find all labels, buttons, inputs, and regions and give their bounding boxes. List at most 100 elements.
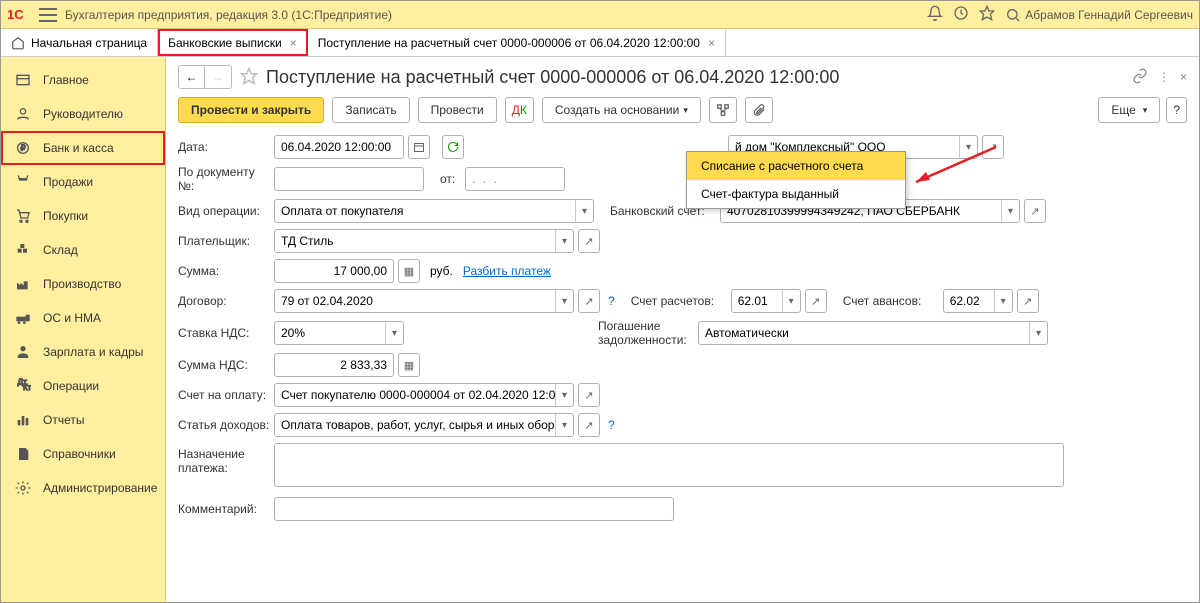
- open-button[interactable]: ↗: [1024, 199, 1046, 223]
- menu-item-writeoff[interactable]: Списание с расчетного счета: [687, 152, 905, 180]
- label-comment: Комментарий:: [178, 502, 270, 516]
- menu-icon[interactable]: [39, 8, 57, 22]
- calendar-button[interactable]: [408, 135, 430, 159]
- vat-rate-input[interactable]: 20%▾: [274, 321, 404, 345]
- purpose-input[interactable]: [274, 443, 1064, 487]
- sidebar-item-warehouse[interactable]: Склад: [1, 233, 165, 267]
- nav-back-button[interactable]: ←: [179, 66, 205, 88]
- label-date: Дата:: [178, 140, 270, 154]
- label-income: Статья доходов:: [178, 418, 270, 432]
- payer-input[interactable]: ТД Стиль▾: [274, 229, 574, 253]
- label-from: от:: [440, 172, 455, 186]
- sidebar: Главное Руководителю ₽Банк и касса Прода…: [1, 57, 166, 602]
- sidebar-item-catalogs[interactable]: Справочники: [1, 437, 165, 471]
- label-vat-sum: Сумма НДС:: [178, 358, 270, 372]
- label-optype: Вид операции:: [178, 204, 270, 218]
- label-contract: Договор:: [178, 294, 270, 308]
- close-icon[interactable]: ×: [708, 36, 715, 50]
- sidebar-item-production[interactable]: Производство: [1, 267, 165, 301]
- document-form: Дата: 06.04.2020 12:00:00 й дом "Комплек…: [166, 131, 1199, 602]
- bell-icon[interactable]: [927, 5, 943, 24]
- menu-item-invoice-issued[interactable]: Счет-фактура выданный: [687, 180, 905, 208]
- split-payment-link[interactable]: Разбить платеж: [463, 264, 551, 278]
- tab-document[interactable]: Поступление на расчетный счет 0000-00000…: [308, 29, 726, 56]
- dropdown-icon[interactable]: ▾: [575, 200, 593, 222]
- help-icon[interactable]: ?: [608, 294, 615, 308]
- invoice-input[interactable]: Счет покупателю 0000-000004 от 02.04.202…: [274, 383, 574, 407]
- open-button[interactable]: ↗: [578, 413, 600, 437]
- label-sum: Сумма:: [178, 264, 270, 278]
- toolbar: Провести и закрыть Записать Провести ДК …: [166, 97, 1199, 131]
- attach-button[interactable]: [745, 97, 773, 123]
- more-button[interactable]: Еще▾: [1098, 97, 1160, 123]
- app-title: Бухгалтерия предприятия, редакция 3.0 (1…: [65, 8, 927, 22]
- dropdown-icon[interactable]: ▾: [555, 230, 573, 252]
- dtkt-button[interactable]: ДК: [505, 97, 534, 123]
- open-button[interactable]: ↗: [578, 383, 600, 407]
- dropdown-icon[interactable]: ▾: [385, 322, 403, 344]
- tab-home[interactable]: Начальная страница: [1, 29, 158, 56]
- docnum-input[interactable]: [274, 167, 424, 191]
- label-rub: руб.: [430, 264, 453, 278]
- sum-input[interactable]: 17 000,00: [274, 259, 394, 283]
- post-button[interactable]: Провести: [418, 97, 497, 123]
- post-close-button[interactable]: Провести и закрыть: [178, 97, 324, 123]
- sidebar-item-sales[interactable]: Продажи: [1, 165, 165, 199]
- dropdown-icon[interactable]: ▾: [782, 290, 800, 312]
- star-icon[interactable]: [240, 67, 258, 88]
- close-icon[interactable]: ×: [290, 36, 297, 50]
- link-icon[interactable]: [1132, 68, 1148, 87]
- sidebar-item-purchases[interactable]: Покупки: [1, 199, 165, 233]
- comment-input[interactable]: [274, 497, 674, 521]
- income-input[interactable]: Оплата товаров, работ, услуг, сырья и ин…: [274, 413, 574, 437]
- sidebar-item-operations[interactable]: ДтКтОперации: [1, 369, 165, 403]
- calc-button[interactable]: ▦: [398, 353, 420, 377]
- contract-input[interactable]: 79 от 02.04.2020▾: [274, 289, 574, 313]
- debt-input[interactable]: Автоматически▾: [698, 321, 1048, 345]
- docdate-input[interactable]: . . .: [465, 167, 565, 191]
- refresh-button[interactable]: [442, 135, 464, 159]
- structure-button[interactable]: [709, 97, 737, 123]
- dropdown-icon[interactable]: ▾: [555, 290, 573, 312]
- sidebar-item-bank[interactable]: ₽Банк и касса: [1, 131, 165, 165]
- more-icon[interactable]: ⋮: [1158, 70, 1170, 84]
- dropdown-icon[interactable]: ▾: [555, 414, 573, 436]
- dropdown-icon[interactable]: ▾: [959, 136, 977, 158]
- help-icon[interactable]: ?: [608, 418, 615, 432]
- sidebar-item-manager[interactable]: Руководителю: [1, 97, 165, 131]
- sidebar-item-hr[interactable]: Зарплата и кадры: [1, 335, 165, 369]
- create-based-button[interactable]: Создать на основании▾: [542, 97, 701, 123]
- save-button[interactable]: Записать: [332, 97, 409, 123]
- date-input[interactable]: 06.04.2020 12:00:00: [274, 135, 404, 159]
- open-button[interactable]: ↗: [578, 289, 600, 313]
- open-button[interactable]: ↗: [1017, 289, 1039, 313]
- close-icon[interactable]: ×: [1180, 70, 1187, 84]
- acct-adv-input[interactable]: 62.02▾: [943, 289, 1013, 313]
- vat-sum-input[interactable]: 2 833,33: [274, 353, 394, 377]
- label-invoice: Счет на оплату:: [178, 388, 270, 402]
- tab-bar: Начальная страница Банковские выписки × …: [1, 29, 1199, 57]
- dropdown-icon[interactable]: ▾: [555, 384, 573, 406]
- dropdown-icon[interactable]: ▾: [1001, 200, 1019, 222]
- svg-text:₽: ₽: [20, 144, 25, 153]
- dropdown-icon[interactable]: ▾: [994, 290, 1012, 312]
- help-button[interactable]: ?: [1166, 97, 1187, 123]
- sidebar-item-assets[interactable]: ОС и НМА: [1, 301, 165, 335]
- dropdown-icon[interactable]: ▾: [1029, 322, 1047, 344]
- tab-bank-statements[interactable]: Банковские выписки ×: [158, 29, 308, 56]
- sidebar-item-admin[interactable]: Администрирование: [1, 471, 165, 505]
- open-button[interactable]: ↗: [982, 135, 1004, 159]
- optype-input[interactable]: Оплата от покупателя▾: [274, 199, 594, 223]
- open-button[interactable]: ↗: [578, 229, 600, 253]
- sidebar-item-main[interactable]: Главное: [1, 63, 165, 97]
- titlebar: 1С Бухгалтерия предприятия, редакция 3.0…: [1, 1, 1199, 29]
- open-button[interactable]: ↗: [805, 289, 827, 313]
- star-icon[interactable]: [979, 5, 995, 24]
- sidebar-item-reports[interactable]: Отчеты: [1, 403, 165, 437]
- calc-button[interactable]: ▦: [398, 259, 420, 283]
- user-block[interactable]: Абрамов Геннадий Сергеевич: [1005, 7, 1193, 23]
- nav-forward-button[interactable]: →: [205, 66, 231, 88]
- label-payer: Плательщик:: [178, 234, 270, 248]
- history-icon[interactable]: [953, 5, 969, 24]
- acct-calc-input[interactable]: 62.01▾: [731, 289, 801, 313]
